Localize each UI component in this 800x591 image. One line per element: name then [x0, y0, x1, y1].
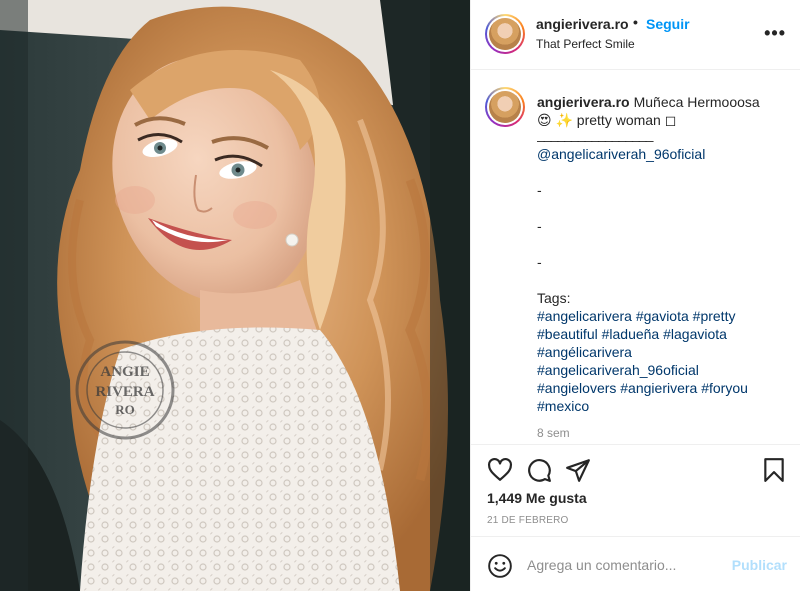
location-link[interactable]: That Perfect Smile — [536, 37, 635, 51]
comment-icon[interactable] — [526, 457, 552, 483]
heart-icon[interactable] — [487, 457, 513, 483]
separator-dot: • — [633, 14, 638, 30]
more-horizontal-icon[interactable]: ••• — [764, 23, 786, 44]
watermark-text-bottom: RO — [115, 402, 135, 417]
hashtag-line[interactable]: #angielovers #angierivera #foryou — [537, 380, 748, 396]
post-caption: angierivera.ro Muñeca Hermooosa 😍 ✨ prett… — [537, 93, 787, 415]
post-age[interactable]: 8 sem — [537, 426, 570, 440]
smiley-icon[interactable] — [487, 553, 513, 579]
share-icon[interactable] — [565, 457, 591, 483]
comments-area[interactable]: angierivera.ro Muñeca Hermooosa 😍 ✨ prett… — [471, 70, 800, 444]
hashtag-line[interactable]: #mexico — [537, 398, 589, 414]
avatar[interactable] — [485, 14, 525, 54]
like-count[interactable]: 1,449 Me gusta — [487, 490, 587, 506]
comment-input[interactable] — [527, 554, 727, 576]
hashtag-line[interactable]: #angelicarivera #gaviota #pretty — [537, 308, 735, 324]
mention-link[interactable]: @angelicariverah_96oficial — [537, 146, 705, 162]
caption-separator: _________________ — [537, 129, 653, 142]
add-comment-bar: Publicar — [471, 536, 800, 591]
post-date[interactable]: 21 DE FEBRERO — [487, 515, 569, 526]
action-bar: 1,449 Me gusta 21 DE FEBRERO — [471, 444, 800, 536]
hashtag-line[interactable]: #beautiful #ladueña #lagaviota — [537, 326, 727, 342]
caption-second-line: 😍 ✨ pretty woman ◻ — [537, 112, 677, 128]
hashtag-line[interactable]: #angelicariverah_96oficial — [537, 362, 699, 378]
caption-first-line: Muñeca Hermooosa — [633, 94, 760, 110]
watermark-text-top: ANGIE — [100, 364, 149, 380]
portrait-image: ANGIE RIVERA RO — [0, 0, 470, 591]
tags-label: Tags: — [537, 290, 571, 306]
watermark-text-mid: RIVERA — [95, 384, 154, 400]
publish-button[interactable]: Publicar — [732, 557, 787, 573]
post-sidebar: angierivera.ro • Seguir That Perfect Smi… — [470, 0, 800, 591]
follow-button[interactable]: Seguir — [646, 16, 690, 32]
username-link[interactable]: angierivera.ro — [536, 16, 629, 32]
caption-avatar[interactable] — [485, 87, 525, 127]
hashtag-line[interactable]: #angélicarivera — [537, 344, 632, 360]
post-photo[interactable]: ANGIE RIVERA RO — [0, 0, 470, 591]
post-header: angierivera.ro • Seguir That Perfect Smi… — [471, 0, 800, 70]
caption-dash: - — [537, 254, 542, 270]
caption-username[interactable]: angierivera.ro — [537, 94, 630, 110]
caption-dash: - — [537, 182, 542, 198]
bookmark-icon[interactable] — [761, 457, 787, 483]
caption-dash: - — [537, 218, 542, 234]
